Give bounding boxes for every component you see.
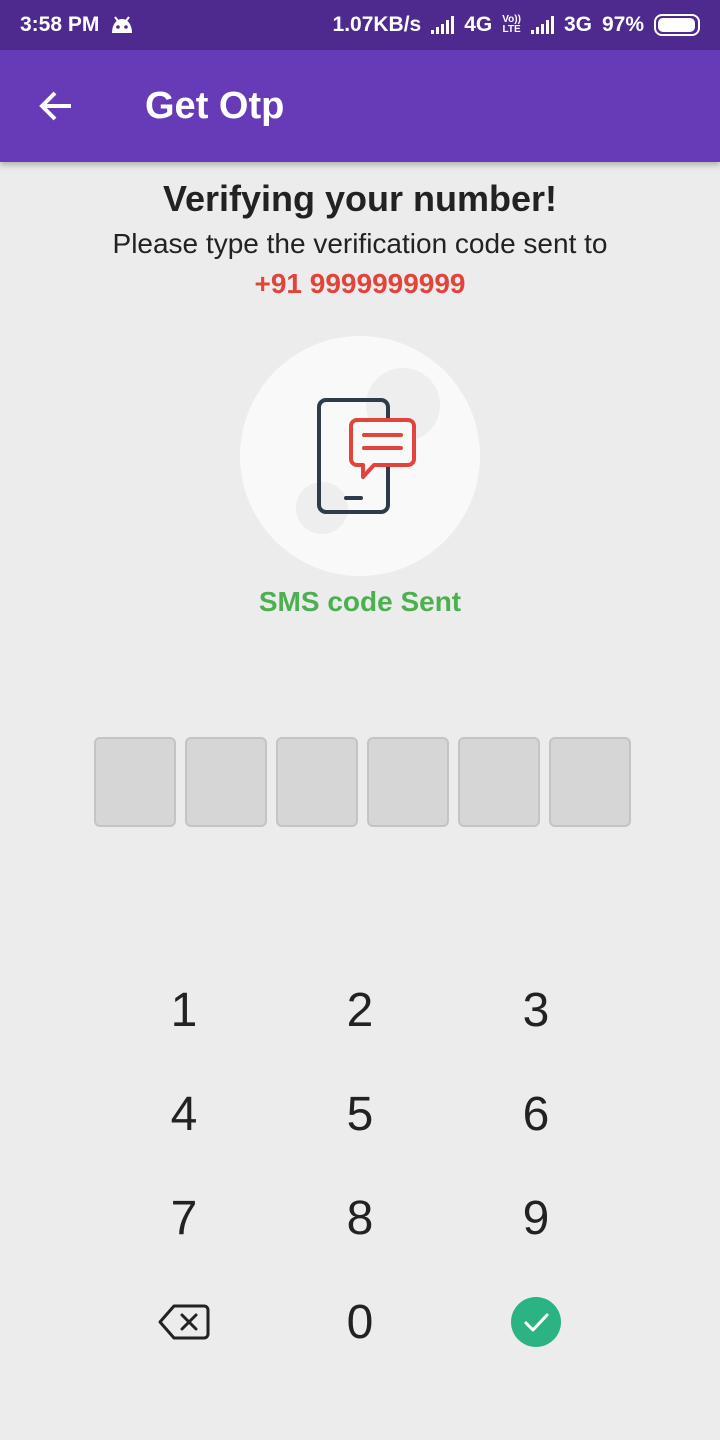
key-2[interactable]: 2: [300, 960, 420, 1060]
page-title: Get Otp: [145, 84, 285, 127]
otp-digit-1[interactable]: [94, 737, 176, 827]
confirm-button[interactable]: [511, 1297, 561, 1347]
key-5[interactable]: 5: [300, 1064, 420, 1164]
key-9[interactable]: 9: [476, 1168, 596, 1268]
back-button[interactable]: [0, 50, 112, 162]
check-icon: [524, 1313, 549, 1332]
network-type-1: 4G: [464, 13, 493, 36]
key-8[interactable]: 8: [300, 1168, 420, 1268]
android-icon: [112, 16, 133, 33]
verify-heading: Verifying your number!: [162, 178, 558, 219]
status-left: 3:58 PM: [20, 13, 135, 37]
battery-icon: [654, 14, 700, 36]
signal-icon: [530, 16, 554, 34]
key-6[interactable]: 6: [476, 1064, 596, 1164]
key-0[interactable]: 0: [300, 1272, 420, 1372]
status-right: 1.07KB/s 4G Vo)) LTE 3G 97%: [333, 13, 700, 37]
otp-digit-6[interactable]: [549, 737, 631, 827]
volte-badge: Vo)) LTE: [502, 15, 521, 35]
status-bar: 3:58 PM 1.07KB/s 4G Vo)) LTE 3G 97%: [0, 0, 720, 50]
backspace-key[interactable]: [124, 1272, 244, 1372]
volte-bottom: LTE: [502, 24, 521, 35]
phone-number: +91 9999999999: [254, 268, 466, 299]
verify-subtitle: Please type the verification code sent t…: [112, 228, 608, 259]
phone-message-icon: [317, 398, 416, 514]
app-bar: Get Otp: [0, 50, 720, 162]
network-type-2: 3G: [563, 13, 592, 36]
arrow-left-icon: [39, 91, 71, 121]
illustration: [240, 336, 480, 576]
signal-icon: [431, 16, 455, 34]
sms-status: SMS code Sent: [258, 586, 462, 617]
status-time: 3:58 PM: [20, 13, 100, 36]
otp-input-group: [94, 737, 631, 827]
confirm-key[interactable]: [476, 1272, 596, 1372]
backspace-icon: [158, 1304, 210, 1340]
otp-digit-2[interactable]: [185, 737, 267, 827]
key-1[interactable]: 1: [124, 960, 244, 1060]
otp-digit-5[interactable]: [458, 737, 540, 827]
network-speed: 1.07KB/s: [332, 13, 422, 36]
battery-level: 97%: [601, 13, 644, 36]
key-4[interactable]: 4: [124, 1064, 244, 1164]
otp-digit-3[interactable]: [276, 737, 358, 827]
otp-digit-4[interactable]: [367, 737, 449, 827]
key-3[interactable]: 3: [476, 960, 596, 1060]
key-7[interactable]: 7: [124, 1168, 244, 1268]
